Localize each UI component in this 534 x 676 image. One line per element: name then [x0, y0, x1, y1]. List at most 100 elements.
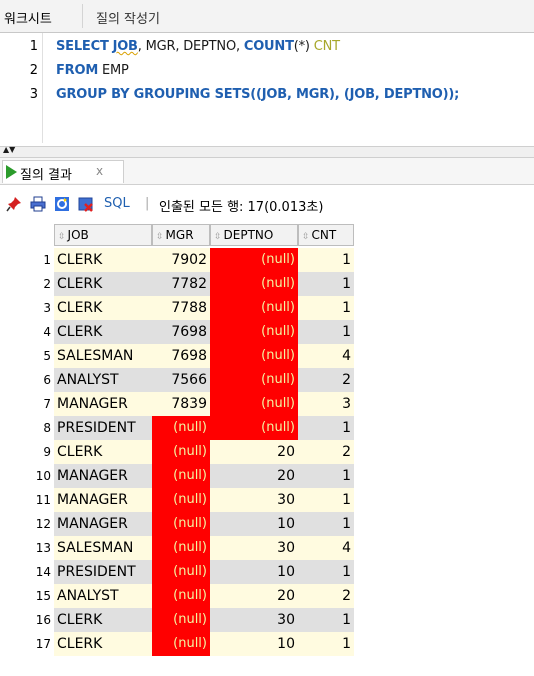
cell-job[interactable]: CLERK — [54, 632, 152, 656]
cell-deptno[interactable]: 10 — [210, 632, 298, 656]
cell-cnt[interactable]: 1 — [298, 296, 354, 320]
cell-cnt[interactable]: 1 — [298, 416, 354, 440]
cell-job[interactable]: CLERK — [54, 320, 152, 344]
code-line-2[interactable]: FROM EMP — [56, 63, 129, 78]
cell-deptno[interactable]: 30 — [210, 488, 298, 512]
tab-worksheet[interactable]: 워크시트 — [4, 8, 52, 27]
cell-job[interactable]: MANAGER — [54, 464, 152, 488]
column-header-job[interactable]: ⇳ JOB — [54, 224, 152, 246]
results-toolbar: SQL | 인출된 모든 행: 17(0.013초) — [0, 186, 534, 224]
cell-deptno[interactable]: (null) — [210, 392, 298, 416]
cell-job[interactable]: CLERK — [54, 608, 152, 632]
cell-cnt[interactable]: 1 — [298, 272, 354, 296]
cell-mgr[interactable]: (null) — [152, 512, 210, 536]
tab-query-result[interactable]: 질의 결과 x — [2, 160, 124, 183]
pin-icon[interactable] — [6, 196, 22, 212]
row-number: 10 — [0, 464, 54, 488]
cell-cnt[interactable]: 4 — [298, 536, 354, 560]
cell-job[interactable]: ANALYST — [54, 368, 152, 392]
cell-mgr[interactable]: (null) — [152, 536, 210, 560]
cell-deptno[interactable]: (null) — [210, 296, 298, 320]
cell-deptno[interactable]: (null) — [210, 320, 298, 344]
column-header-deptno[interactable]: ⇳ DEPTNO — [210, 224, 298, 246]
cell-deptno[interactable]: 10 — [210, 560, 298, 584]
cell-job[interactable]: CLERK — [54, 296, 152, 320]
cell-mgr[interactable]: 7782 — [152, 272, 210, 296]
cell-mgr[interactable]: (null) — [152, 416, 210, 440]
cell-mgr[interactable]: (null) — [152, 608, 210, 632]
cell-mgr[interactable]: 7566 — [152, 368, 210, 392]
cell-job[interactable]: CLERK — [54, 248, 152, 272]
row-number: 9 — [0, 440, 54, 464]
cell-cnt[interactable]: 1 — [298, 248, 354, 272]
column-job: JOB — [112, 39, 138, 54]
cell-deptno[interactable]: (null) — [210, 416, 298, 440]
cell-job[interactable]: CLERK — [54, 272, 152, 296]
cell-job[interactable]: CLERK — [54, 440, 152, 464]
cell-deptno[interactable]: 30 — [210, 536, 298, 560]
cell-mgr[interactable]: (null) — [152, 632, 210, 656]
cell-mgr[interactable]: 7839 — [152, 392, 210, 416]
cell-deptno[interactable]: 20 — [210, 464, 298, 488]
cell-cnt[interactable]: 1 — [298, 560, 354, 584]
cell-cnt[interactable]: 3 — [298, 392, 354, 416]
cell-job[interactable]: SALESMAN — [54, 344, 152, 368]
alias-cnt: CNT — [313, 39, 340, 54]
cell-job[interactable]: MANAGER — [54, 392, 152, 416]
cell-mgr[interactable]: 7788 — [152, 296, 210, 320]
cell-job[interactable]: ANALYST — [54, 584, 152, 608]
tab-query-builder[interactable]: 질의 작성기 — [96, 8, 160, 27]
cancel-query-icon[interactable] — [78, 196, 94, 212]
column-header-cnt[interactable]: ⇳ CNT — [298, 224, 354, 246]
column-header-mgr[interactable]: ⇳ MGR — [152, 224, 210, 246]
code-line-1[interactable]: SELECT JOB, MGR, DEPTNO, COUNT(*) CNT — [56, 39, 340, 54]
cell-deptno[interactable]: 20 — [210, 584, 298, 608]
cell-mgr[interactable]: (null) — [152, 488, 210, 512]
close-icon[interactable]: x — [96, 164, 103, 178]
cell-cnt[interactable]: 1 — [298, 488, 354, 512]
cell-mgr[interactable]: (null) — [152, 440, 210, 464]
cell-cnt[interactable]: 2 — [298, 368, 354, 392]
cell-cnt[interactable]: 1 — [298, 464, 354, 488]
cell-job[interactable]: PRESIDENT — [54, 416, 152, 440]
cell-deptno[interactable]: 10 — [210, 512, 298, 536]
sql-link[interactable]: SQL — [104, 196, 130, 211]
cell-deptno[interactable]: (null) — [210, 272, 298, 296]
keyword-select: SELECT — [56, 39, 109, 54]
cell-deptno[interactable]: 30 — [210, 608, 298, 632]
cell-cnt[interactable]: 2 — [298, 584, 354, 608]
cell-cnt[interactable]: 1 — [298, 608, 354, 632]
cell-mgr[interactable]: (null) — [152, 464, 210, 488]
column-list: , MGR, DEPTNO, — [137, 39, 244, 54]
sort-icon: ⇳ — [214, 232, 222, 242]
cell-job[interactable]: SALESMAN — [54, 536, 152, 560]
cell-deptno[interactable]: (null) — [210, 368, 298, 392]
cell-cnt[interactable]: 1 — [298, 320, 354, 344]
row-number: 16 — [0, 608, 54, 632]
sql-editor[interactable]: 1 2 3 SELECT JOB, MGR, DEPTNO, COUNT(*) … — [0, 33, 534, 143]
cell-cnt[interactable]: 2 — [298, 440, 354, 464]
cell-deptno[interactable]: 20 — [210, 440, 298, 464]
cell-mgr[interactable]: 7698 — [152, 320, 210, 344]
cell-mgr[interactable]: (null) — [152, 584, 210, 608]
cell-mgr[interactable]: (null) — [152, 560, 210, 584]
row-number: 5 — [0, 344, 54, 368]
refresh-icon[interactable] — [54, 196, 70, 212]
cell-cnt[interactable]: 1 — [298, 632, 354, 656]
code-line-3[interactable]: GROUP BY GROUPING SETS((JOB, MGR), (JOB,… — [56, 87, 459, 102]
cell-mgr[interactable]: 7698 — [152, 344, 210, 368]
cell-job[interactable]: PRESIDENT — [54, 560, 152, 584]
run-play-icon — [6, 165, 17, 179]
worksheet-tabbar: 워크시트 질의 작성기 — [0, 0, 534, 33]
cell-deptno[interactable]: (null) — [210, 248, 298, 272]
cell-job[interactable]: MANAGER — [54, 512, 152, 536]
printer-icon[interactable] — [30, 196, 46, 212]
cell-mgr[interactable]: 7902 — [152, 248, 210, 272]
cell-deptno[interactable]: (null) — [210, 344, 298, 368]
line-number: 2 — [29, 63, 38, 78]
cell-cnt[interactable]: 4 — [298, 344, 354, 368]
collapse-arrows-icon[interactable]: ▲▼ — [3, 146, 15, 154]
cell-cnt[interactable]: 1 — [298, 512, 354, 536]
pane-splitter[interactable]: ▲▼ — [0, 146, 534, 158]
cell-job[interactable]: MANAGER — [54, 488, 152, 512]
